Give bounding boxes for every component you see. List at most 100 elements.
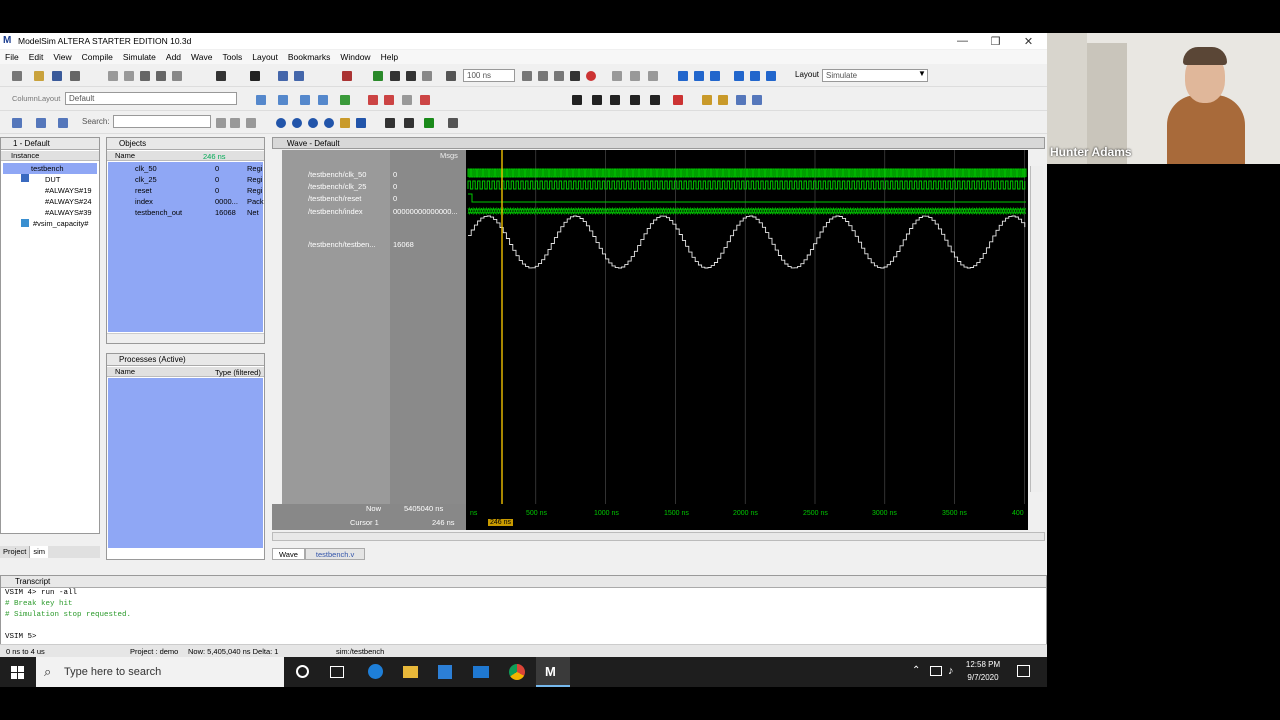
reload-icon[interactable] <box>750 71 760 81</box>
find-icon[interactable] <box>216 71 226 81</box>
taskbar-time[interactable]: 12:58 PM <box>962 660 1004 669</box>
zoom-box-icon[interactable] <box>592 95 602 105</box>
zoom-full-icon[interactable] <box>308 118 318 128</box>
wave-signal-reset[interactable]: /testbench/reset <box>308 194 361 203</box>
object-clk-25-name[interactable]: clk_25 <box>135 174 157 185</box>
transcript-text[interactable]: VSIM 4> run -all # Break key hit # Simul… <box>5 588 131 643</box>
menu-simulate[interactable]: Simulate <box>118 52 161 62</box>
menu-edit[interactable]: Edit <box>24 52 49 62</box>
windows-start-icon[interactable] <box>11 666 24 679</box>
wave-horizontal-scrollbar[interactable] <box>272 532 1045 541</box>
menu-bookmarks[interactable]: Bookmarks <box>283 52 336 62</box>
run-length-icon[interactable] <box>446 71 456 81</box>
file-explorer-icon[interactable] <box>403 666 418 678</box>
wave-refresh-icon[interactable] <box>340 95 350 105</box>
tree-item-always19[interactable]: #ALWAYS#19 <box>3 185 92 196</box>
filter-edit-icon[interactable] <box>58 118 68 128</box>
search-input[interactable] <box>113 115 211 128</box>
wave-clear-icon[interactable] <box>384 95 394 105</box>
tab-project[interactable]: Project <box>0 546 31 558</box>
copy-icon[interactable] <box>124 71 134 81</box>
redo-icon[interactable] <box>172 71 182 81</box>
time-ruler[interactable] <box>466 504 1028 530</box>
search-next-icon[interactable] <box>230 118 240 128</box>
loop-icon[interactable] <box>694 71 704 81</box>
tree-item-vsim-capacity[interactable]: #vsim_capacity# <box>3 218 88 229</box>
layout-select[interactable]: Simulate <box>822 69 928 82</box>
down-icon[interactable] <box>734 71 744 81</box>
menu-help[interactable]: Help <box>376 52 403 62</box>
object-reset-name[interactable]: reset <box>135 185 152 196</box>
run-icon[interactable] <box>522 71 532 81</box>
wave-signal-clk-25[interactable]: /testbench/clk_25 <box>308 182 366 191</box>
up-icon[interactable] <box>710 71 720 81</box>
menu-compile[interactable]: Compile <box>77 52 118 62</box>
print-icon[interactable] <box>70 71 80 81</box>
transcript-prompt[interactable]: VSIM 5> <box>5 632 131 643</box>
edge-next-icon[interactable] <box>718 95 728 105</box>
tree-item-always24[interactable]: #ALWAYS#24 <box>3 196 92 207</box>
wave-signal-index[interactable]: /testbench/index <box>308 207 363 216</box>
object-clk-50-name[interactable]: clk_50 <box>135 163 157 174</box>
zoom-range-icon[interactable] <box>356 118 366 128</box>
search-options-icon[interactable] <box>246 118 256 128</box>
tab-sim[interactable]: sim <box>30 546 49 558</box>
cut-icon[interactable] <box>108 71 118 81</box>
tab-wave[interactable]: Wave <box>272 548 305 560</box>
tree-item-always39[interactable]: #ALWAYS#39 <box>3 207 92 218</box>
store-icon[interactable] <box>438 665 452 679</box>
menu-window[interactable]: Window <box>335 52 375 62</box>
wave-format-icon[interactable] <box>404 118 414 128</box>
task-view-icon[interactable] <box>330 666 344 678</box>
wave-remove-icon[interactable] <box>420 95 430 105</box>
run-all-icon[interactable] <box>554 71 564 81</box>
cursor-time-flag[interactable]: 246 ns <box>488 519 514 526</box>
menu-layout[interactable]: Layout <box>247 52 283 62</box>
wave-color-icon[interactable] <box>424 118 434 128</box>
undo-icon[interactable] <box>156 71 166 81</box>
wave-group-icon[interactable] <box>318 95 328 105</box>
cortana-icon[interactable] <box>296 665 309 678</box>
notification-icon[interactable] <box>1017 665 1030 677</box>
filter-add-icon[interactable] <box>36 118 46 128</box>
compile-icon[interactable] <box>278 71 288 81</box>
run-length-input[interactable]: 100 ns <box>463 69 515 82</box>
zoom-cursor-icon[interactable] <box>324 118 334 128</box>
pointer-icon[interactable] <box>572 95 582 105</box>
object-testbench-out-name[interactable]: testbench_out <box>135 207 182 218</box>
menu-wave[interactable]: Wave <box>186 52 217 62</box>
menu-add[interactable]: Add <box>161 52 186 62</box>
break-sim-icon[interactable] <box>570 71 580 81</box>
close-button[interactable]: ✕ <box>1012 33 1045 49</box>
wave-grid-icon[interactable] <box>448 118 458 128</box>
tree-item-testbench[interactable]: testbench <box>3 163 97 174</box>
edge-first-icon[interactable] <box>702 95 712 105</box>
layout-dropdown-icon[interactable]: ▼ <box>918 69 926 78</box>
step-up-icon[interactable] <box>390 71 400 81</box>
cursor-add-icon[interactable] <box>610 95 620 105</box>
push-icon[interactable] <box>766 71 776 81</box>
chrome-icon[interactable] <box>509 664 525 680</box>
step-icon[interactable] <box>612 71 622 81</box>
wave-signal-testbench-out[interactable]: /testbench/testben... <box>308 240 376 249</box>
object-index-name[interactable]: index <box>135 196 153 207</box>
step-out-icon[interactable] <box>648 71 658 81</box>
wave-signal-clk-50[interactable]: /testbench/clk_50 <box>308 170 366 179</box>
waveform-display[interactable] <box>466 150 1028 504</box>
wave-divider-icon[interactable] <box>300 95 310 105</box>
stop-icon[interactable] <box>586 71 596 81</box>
compile-all-icon[interactable] <box>294 71 304 81</box>
edge-rise-icon[interactable] <box>736 95 746 105</box>
search-icon[interactable] <box>216 118 226 128</box>
new-file-icon[interactable] <box>12 71 22 81</box>
step-forward-icon[interactable] <box>422 71 432 81</box>
up-arrow-icon[interactable] <box>678 71 688 81</box>
tray-chevron-icon[interactable]: ⌃ <box>912 665 920 676</box>
volume-icon[interactable]: ♪ <box>948 665 954 677</box>
step-back-icon[interactable] <box>406 71 416 81</box>
zoom-out-icon[interactable] <box>292 118 302 128</box>
wave-vertical-scrollbar[interactable] <box>1030 166 1043 492</box>
zoom-in-icon[interactable] <box>276 118 286 128</box>
step-over-icon[interactable] <box>630 71 640 81</box>
continue-icon[interactable] <box>538 71 548 81</box>
